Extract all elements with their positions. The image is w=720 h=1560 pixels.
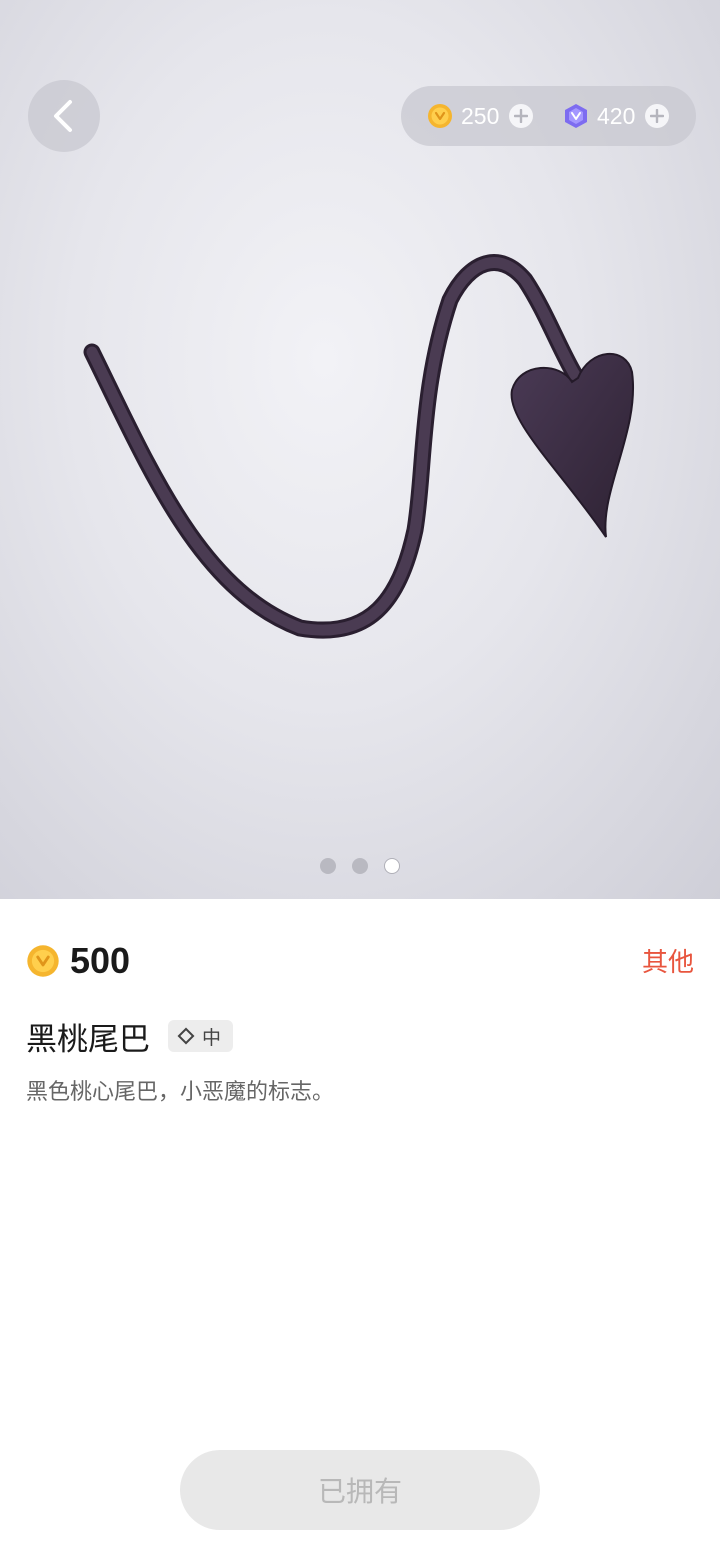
carousel-dot[interactable] [320, 858, 336, 874]
add-gems-button[interactable] [645, 104, 670, 128]
price-row: 500 [26, 938, 130, 984]
coin-balance: 250 [427, 86, 534, 146]
size-tag: 中 [168, 1020, 234, 1052]
carousel-dot-active[interactable] [384, 858, 400, 874]
purple-gem-icon [565, 104, 587, 128]
chevron-left-icon [54, 100, 72, 132]
add-coins-button[interactable] [509, 104, 534, 128]
owned-button[interactable]: 已拥有 [180, 1450, 540, 1530]
coin-value: 250 [461, 102, 500, 129]
back-button[interactable] [28, 80, 100, 152]
diamond-icon [177, 1027, 195, 1045]
gold-coin-icon [428, 104, 452, 128]
gem-balance: 420 [563, 86, 670, 146]
item-detail-page: 250 420 500 其他 黑桃尾巴 中 黑色桃心尾巴，小恶魔的标志。 已拥有 [0, 0, 720, 1560]
category-label: 其他 [641, 948, 694, 978]
plus-icon [650, 109, 665, 123]
carousel-indicator [0, 858, 720, 876]
item-preview[interactable]: 250 420 [0, 0, 720, 899]
gem-value: 420 [597, 102, 636, 129]
gold-coin-icon [27, 945, 59, 977]
plus-icon [514, 109, 529, 123]
item-description: 黑色桃心尾巴，小恶魔的标志。 [26, 1080, 335, 1105]
size-tag-label: 中 [202, 1026, 222, 1049]
item-name-row: 黑桃尾巴 中 [26, 1014, 234, 1058]
currency-balance: 250 420 [401, 86, 696, 146]
item-name: 黑桃尾巴 [26, 1021, 150, 1058]
price-value: 500 [70, 940, 131, 981]
carousel-dot[interactable] [352, 858, 368, 874]
